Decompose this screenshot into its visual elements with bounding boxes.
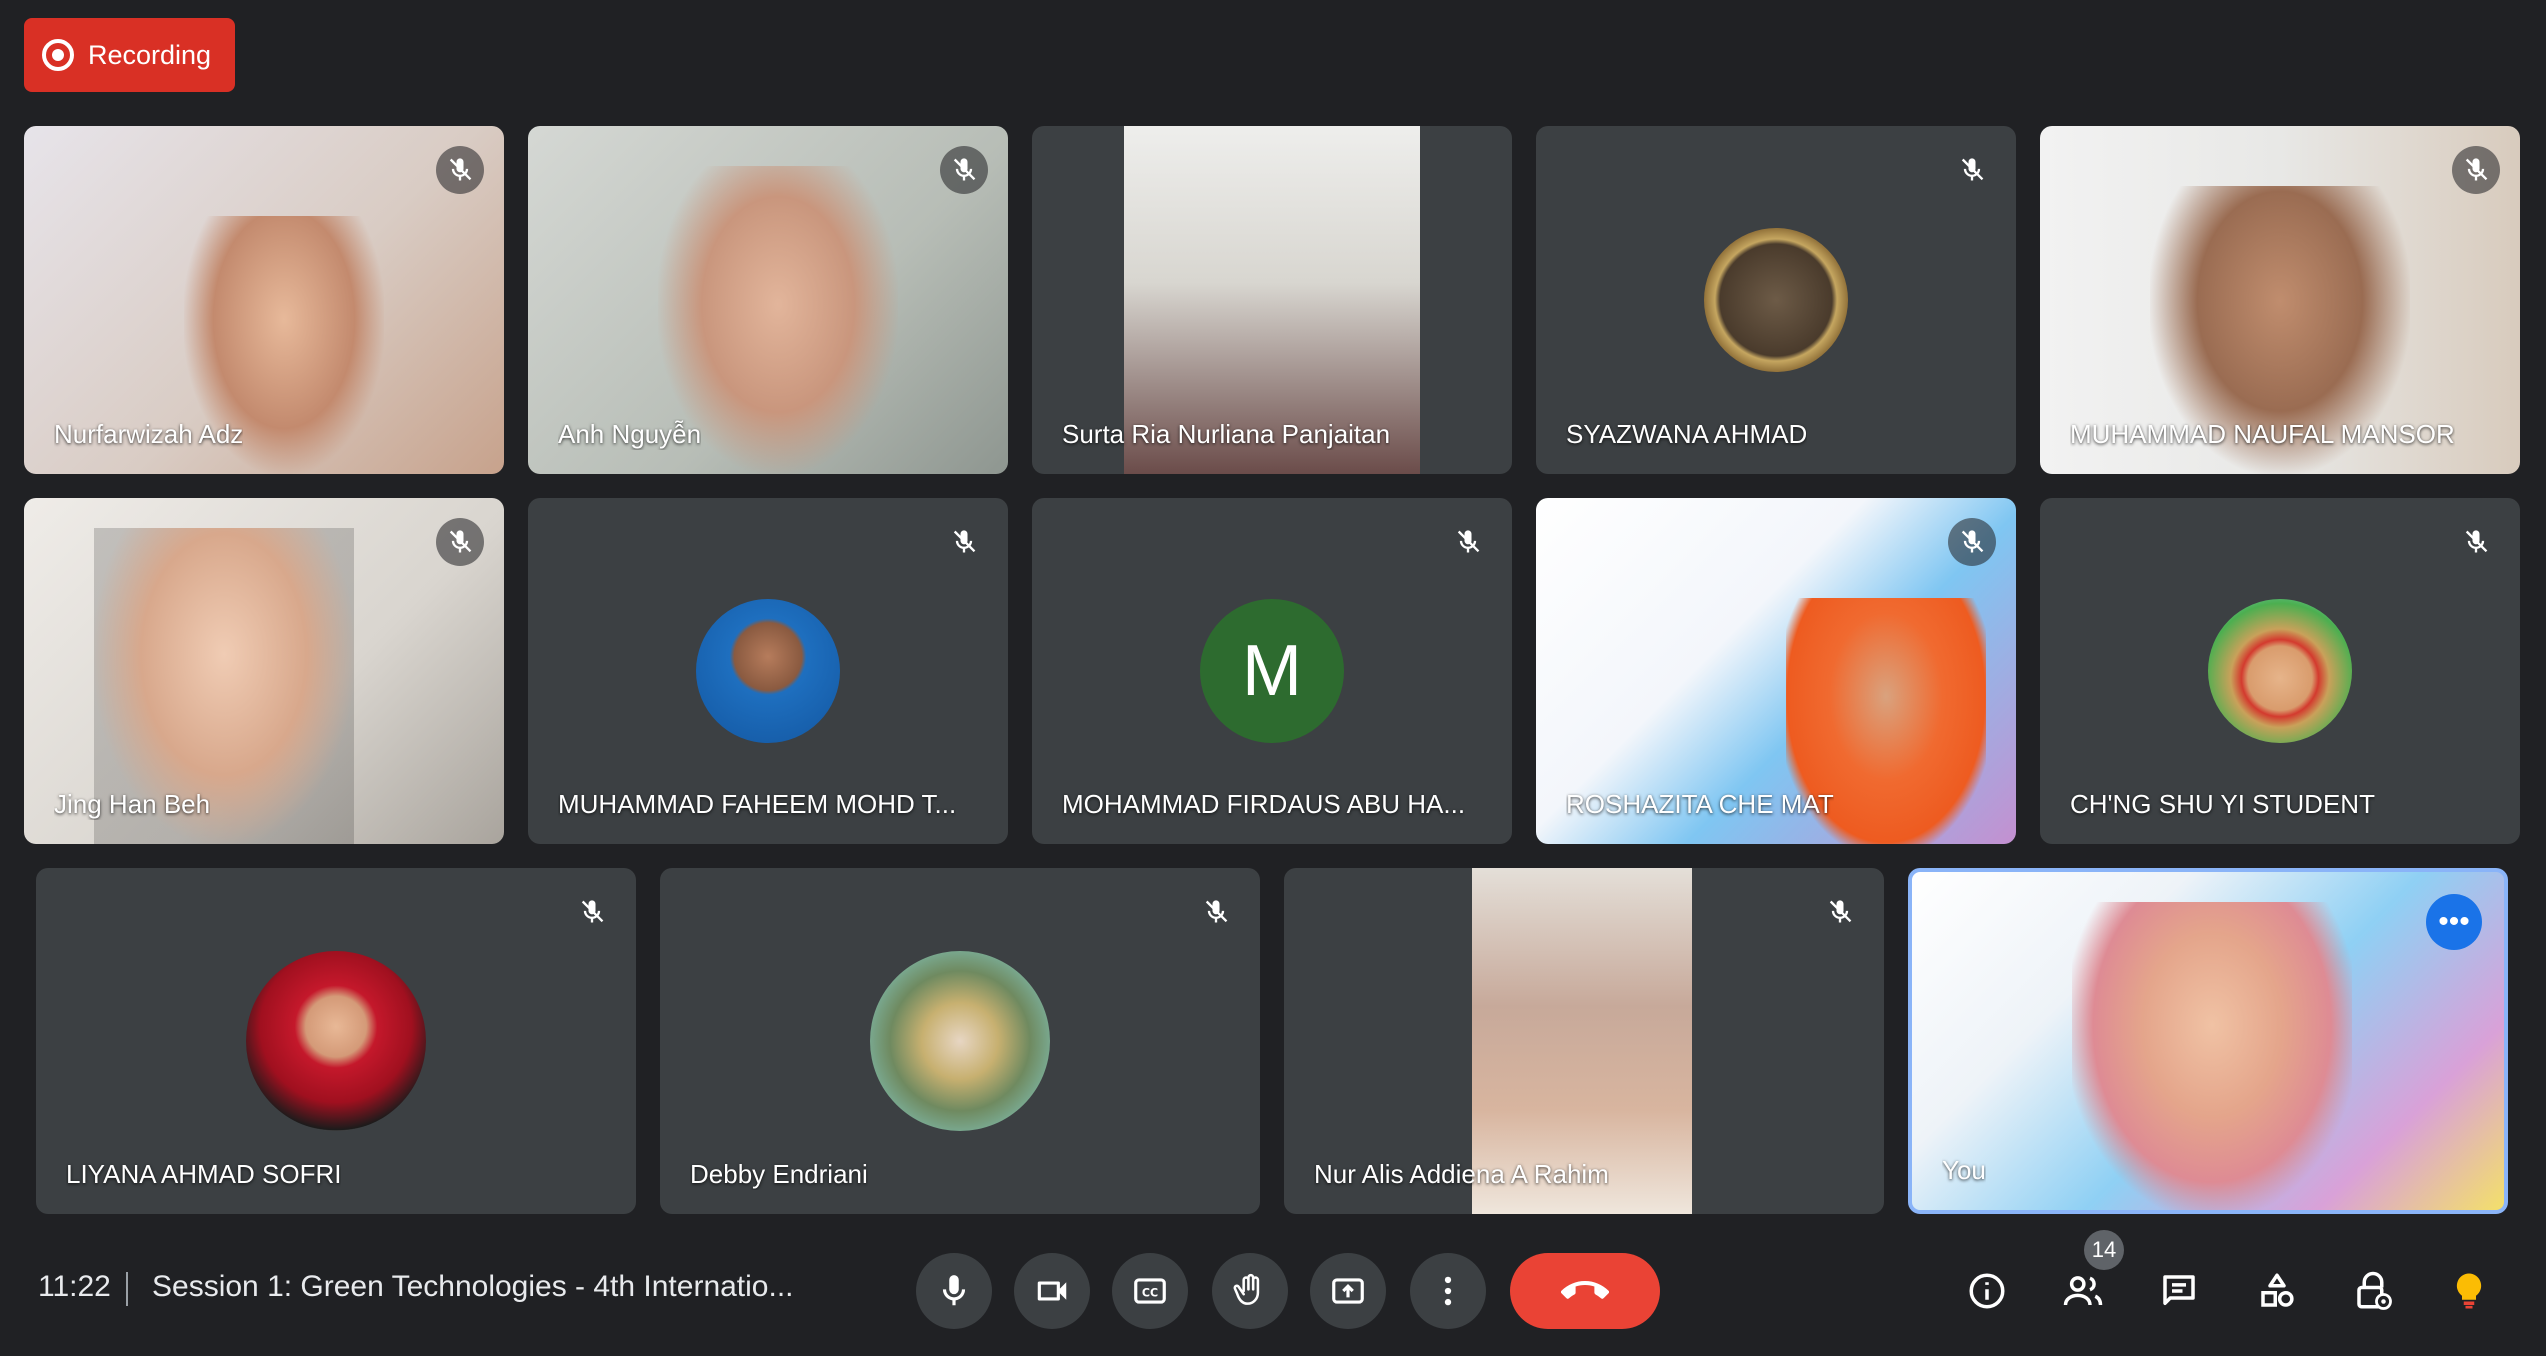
mic-off-icon: [2452, 518, 2500, 566]
participant-name: SYAZWANA AHMAD: [1566, 419, 1808, 449]
mic-off-icon: [940, 518, 988, 566]
participant-name: CH'NG SHU YI STUDENT: [2070, 789, 2375, 819]
recording-label: Recording: [88, 39, 212, 70]
raise-hand-button[interactable]: [1212, 1253, 1288, 1329]
chat-button[interactable]: [2148, 1260, 2210, 1322]
participant-tile[interactable]: CH'NG SHU YI STUDENT: [2040, 498, 2520, 844]
avatar: [870, 951, 1050, 1131]
camera-icon: [1037, 1281, 1067, 1301]
avatar: [2208, 599, 2352, 743]
more-options-icon: [1444, 1276, 1452, 1306]
host-controls-icon: [2357, 1271, 2392, 1310]
participant-tile[interactable]: Nurfarwizah Adz: [24, 126, 504, 474]
activities-icon: [2261, 1273, 2294, 1307]
participant-tile[interactable]: Debby Endriani: [660, 868, 1260, 1214]
light-bulb-button[interactable]: [2438, 1260, 2500, 1322]
mic-off-icon: [436, 518, 484, 566]
mic-off-icon: [1444, 518, 1492, 566]
participant-name: MOHAMMAD FIRDAUS ABU HA...: [1062, 789, 1466, 819]
avatar: [246, 951, 426, 1131]
info-button[interactable]: [1956, 1260, 2018, 1322]
self-tile[interactable]: ••• You: [1908, 868, 2508, 1214]
more-options-button[interactable]: [1410, 1253, 1486, 1329]
info-icon: [1969, 1273, 2005, 1309]
mic-off-icon: [568, 888, 616, 936]
end-call-button[interactable]: [1510, 1253, 1660, 1329]
divider: [126, 1272, 128, 1306]
participant-name: Nurfarwizah Adz: [54, 419, 244, 449]
participant-tile[interactable]: Jing Han Beh: [24, 498, 504, 844]
participant-tile[interactable]: ROSHAZITA CHE MAT: [1536, 498, 2016, 844]
svg-text:CC: CC: [1142, 1287, 1158, 1300]
participant-name: LIYANA AHMAD SOFRI: [66, 1159, 342, 1189]
avatar: M: [1200, 599, 1344, 743]
participant-name: Nur Alis Addiena A Rahim: [1314, 1159, 1609, 1189]
mic-off-icon: [1192, 888, 1240, 936]
participant-name: MUHAMMAD NAUFAL MANSOR: [2070, 419, 2455, 449]
participant-tile[interactable]: SYAZWANA AHMAD: [1536, 126, 2016, 474]
people-button[interactable]: [2052, 1260, 2114, 1322]
meeting-time: 11:22: [38, 1270, 111, 1303]
participant-name: Surta Ria Nurliana Panjaitan: [1062, 419, 1391, 449]
participant-tile[interactable]: MUHAMMAD FAHEEM MOHD T...: [528, 498, 1008, 844]
record-icon: [42, 39, 74, 71]
mic-off-icon: [1948, 146, 1996, 194]
participant-name: MUHAMMAD FAHEEM MOHD T...: [558, 789, 957, 819]
participant-name: Debby Endriani: [690, 1159, 868, 1189]
people-icon: [2063, 1276, 2103, 1306]
host-controls-button[interactable]: [2342, 1260, 2404, 1322]
participant-tile[interactable]: MUHAMMAD NAUFAL MANSOR: [2040, 126, 2520, 474]
meeting-title[interactable]: Session 1: Green Technologies - 4th Inte…: [152, 1270, 832, 1304]
participant-tile[interactable]: Nur Alis Addiena A Rahim: [1284, 868, 1884, 1214]
mic-button[interactable]: [916, 1253, 992, 1329]
raise-hand-icon: [1233, 1273, 1260, 1305]
participant-tile[interactable]: Anh Nguyễn: [528, 126, 1008, 474]
mic-off-icon: [2452, 146, 2500, 194]
mic-off-icon: [1816, 888, 1864, 936]
recording-indicator[interactable]: Recording: [24, 18, 235, 92]
camera-button[interactable]: [1014, 1253, 1090, 1329]
participant-name: Jing Han Beh: [54, 789, 211, 819]
participant-tile[interactable]: M MOHAMMAD FIRDAUS ABU HA...: [1032, 498, 1512, 844]
mic-off-icon: [436, 146, 484, 194]
avatar: [1704, 228, 1848, 372]
participant-name: Anh Nguyễn: [558, 419, 702, 449]
participant-tile[interactable]: LIYANA AHMAD SOFRI: [36, 868, 636, 1214]
present-button[interactable]: [1310, 1253, 1386, 1329]
mic-off-icon: [1948, 518, 1996, 566]
activities-button[interactable]: [2246, 1260, 2308, 1322]
captions-icon: CC: [1134, 1278, 1166, 1304]
participant-video: [2072, 902, 2352, 1210]
light-bulb-icon: [2456, 1273, 2482, 1309]
end-call-icon: [1561, 1281, 1609, 1299]
meet-window: Recording Nurfarwizah Adz Anh Nguyễn Sur…: [0, 0, 2546, 1356]
participant-name: ROSHAZITA CHE MAT: [1566, 789, 1834, 819]
mic-off-icon: [940, 146, 988, 194]
more-options-icon[interactable]: •••: [2426, 894, 2482, 950]
avatar: [696, 599, 840, 743]
chat-icon: [2163, 1275, 2195, 1305]
captions-button[interactable]: CC: [1112, 1253, 1188, 1329]
present-icon: [1332, 1278, 1364, 1304]
mic-icon: [942, 1275, 966, 1306]
participant-name: You: [1942, 1155, 1986, 1185]
participant-tile[interactable]: Surta Ria Nurliana Panjaitan: [1032, 126, 1512, 474]
